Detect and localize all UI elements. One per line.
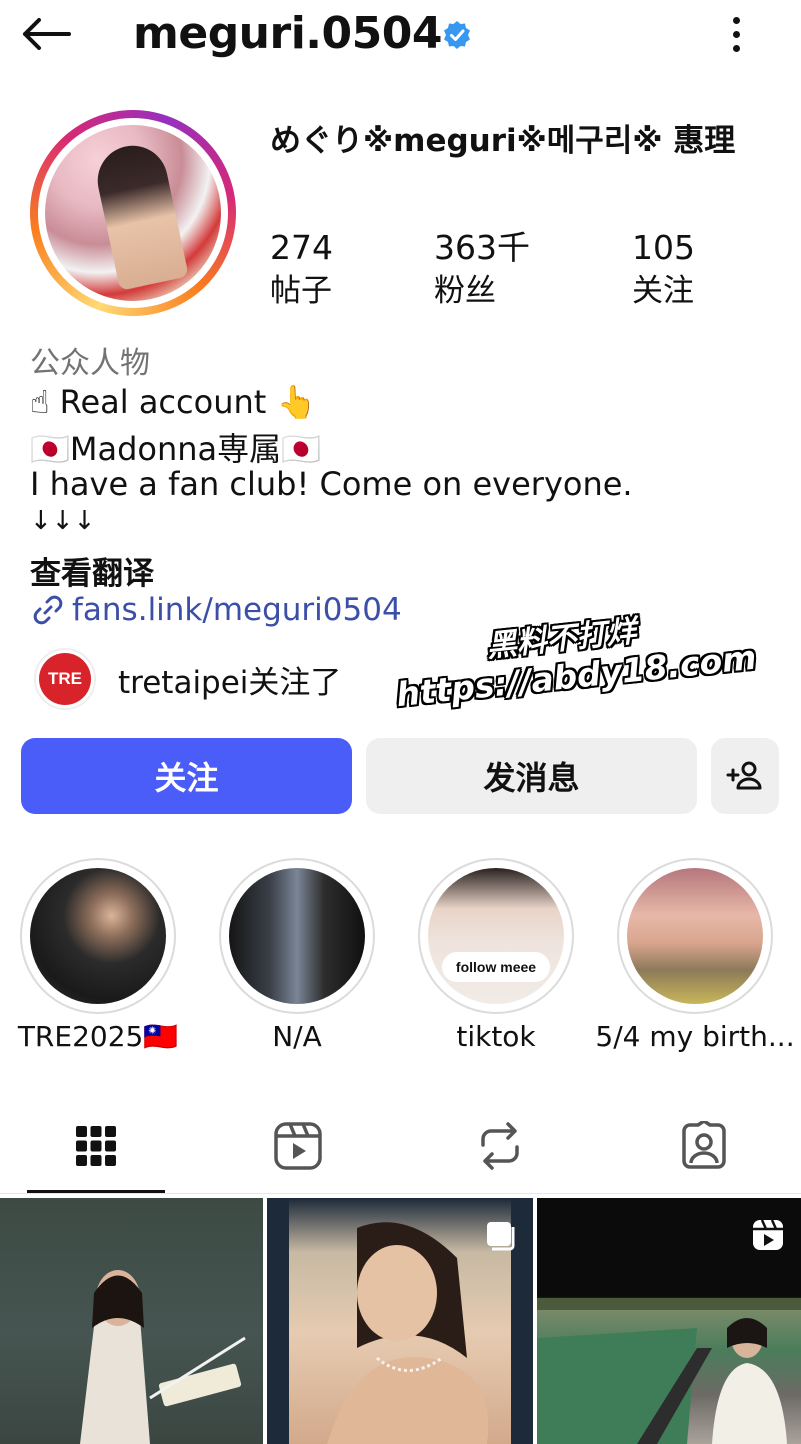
highlight-item[interactable]: follow meee tiktok (416, 858, 576, 1053)
followed-by-text: tretaipei关注了 (118, 664, 342, 701)
reposts-icon (481, 1122, 519, 1170)
post-thumbnail[interactable] (537, 1198, 801, 1444)
tab-reposts[interactable] (470, 1116, 530, 1176)
stat-following[interactable]: 105 关注 (632, 228, 695, 314)
bio-line: 🇯🇵Madonna専属🇯🇵 (30, 430, 321, 468)
suggest-users-button[interactable] (711, 738, 779, 814)
tab-tagged[interactable] (674, 1116, 734, 1176)
back-button[interactable] (18, 12, 74, 56)
display-name: めぐり※meguri※메구리※ 惠理 (270, 123, 736, 159)
stat-value: 105 (632, 228, 695, 267)
reel-icon (753, 1219, 783, 1250)
highlight-label: TRE2025🇹🇼 (17, 1020, 179, 1053)
avatar-image (45, 125, 221, 301)
highlight-cover: follow meee (428, 868, 564, 1004)
profile-header: meguri.0504 (0, 0, 801, 74)
message-button[interactable]: 发消息 (366, 738, 697, 814)
link-icon (33, 595, 63, 625)
post-image (80, 1270, 246, 1444)
profile-category: 公众人物 (30, 346, 150, 381)
tagged-icon (682, 1121, 726, 1169)
verified-badge-icon (444, 21, 470, 49)
highlight-item[interactable]: TRE2025🇹🇼 (18, 858, 178, 1053)
tab-posts[interactable] (66, 1116, 126, 1176)
profile-username: meguri.0504 (133, 8, 442, 59)
follow-button[interactable]: 关注 (21, 738, 352, 814)
watermark: 黑料不打烊 https://abdy18.com (390, 593, 771, 751)
see-translation-button[interactable]: 查看翻译 (30, 548, 154, 593)
profile-tabs (0, 1100, 801, 1196)
tre-logo-text: TRE (39, 653, 91, 705)
tab-divider (0, 1193, 801, 1194)
stat-value: 274 (270, 228, 333, 267)
bio-line: ↓↓↓ (30, 506, 96, 536)
more-options-button[interactable] (718, 12, 754, 56)
stat-posts[interactable]: 274 帖子 (270, 228, 333, 314)
stat-label: 粉丝 (434, 273, 496, 309)
highlight-cover (627, 868, 763, 1004)
stat-value: 363千 (434, 228, 530, 267)
reels-icon (274, 1122, 322, 1170)
tretaipei-avatar: TRE (34, 648, 96, 710)
highlight-cover (30, 868, 166, 1004)
highlight-item[interactable]: 5/4 my birth... (595, 858, 795, 1053)
tab-reels[interactable] (268, 1116, 328, 1176)
post-thumbnail[interactable] (0, 1198, 263, 1444)
arrow-left-icon (23, 18, 71, 50)
highlight-label: 5/4 my birth... (595, 1020, 795, 1053)
link-text: fans.link/meguri0504 (72, 592, 402, 628)
highlight-cover (229, 868, 365, 1004)
followed-by[interactable]: TRE tretaipei关注了 (34, 648, 341, 710)
add-user-icon (726, 761, 762, 790)
post-thumbnail[interactable] (267, 1198, 533, 1444)
profile-avatar[interactable] (30, 110, 236, 316)
stat-followers[interactable]: 363千 粉丝 (434, 228, 530, 314)
bio-line: I have a fan club! Come on everyone. (30, 465, 633, 503)
highlight-item[interactable]: N/A (217, 858, 377, 1053)
profile-link[interactable]: fans.link/meguri0504 (30, 592, 402, 628)
highlight-label: N/A (272, 1020, 322, 1053)
stat-label: 关注 (632, 273, 694, 309)
highlight-sticker: follow meee (442, 952, 550, 982)
highlight-label: tiktok (456, 1020, 536, 1053)
carousel-icon (487, 1222, 515, 1251)
bio-line: ☝ Real account 👆 (30, 383, 317, 421)
grid-icon (76, 1126, 116, 1166)
more-vertical-icon (732, 16, 740, 24)
stat-label: 帖子 (270, 273, 332, 309)
